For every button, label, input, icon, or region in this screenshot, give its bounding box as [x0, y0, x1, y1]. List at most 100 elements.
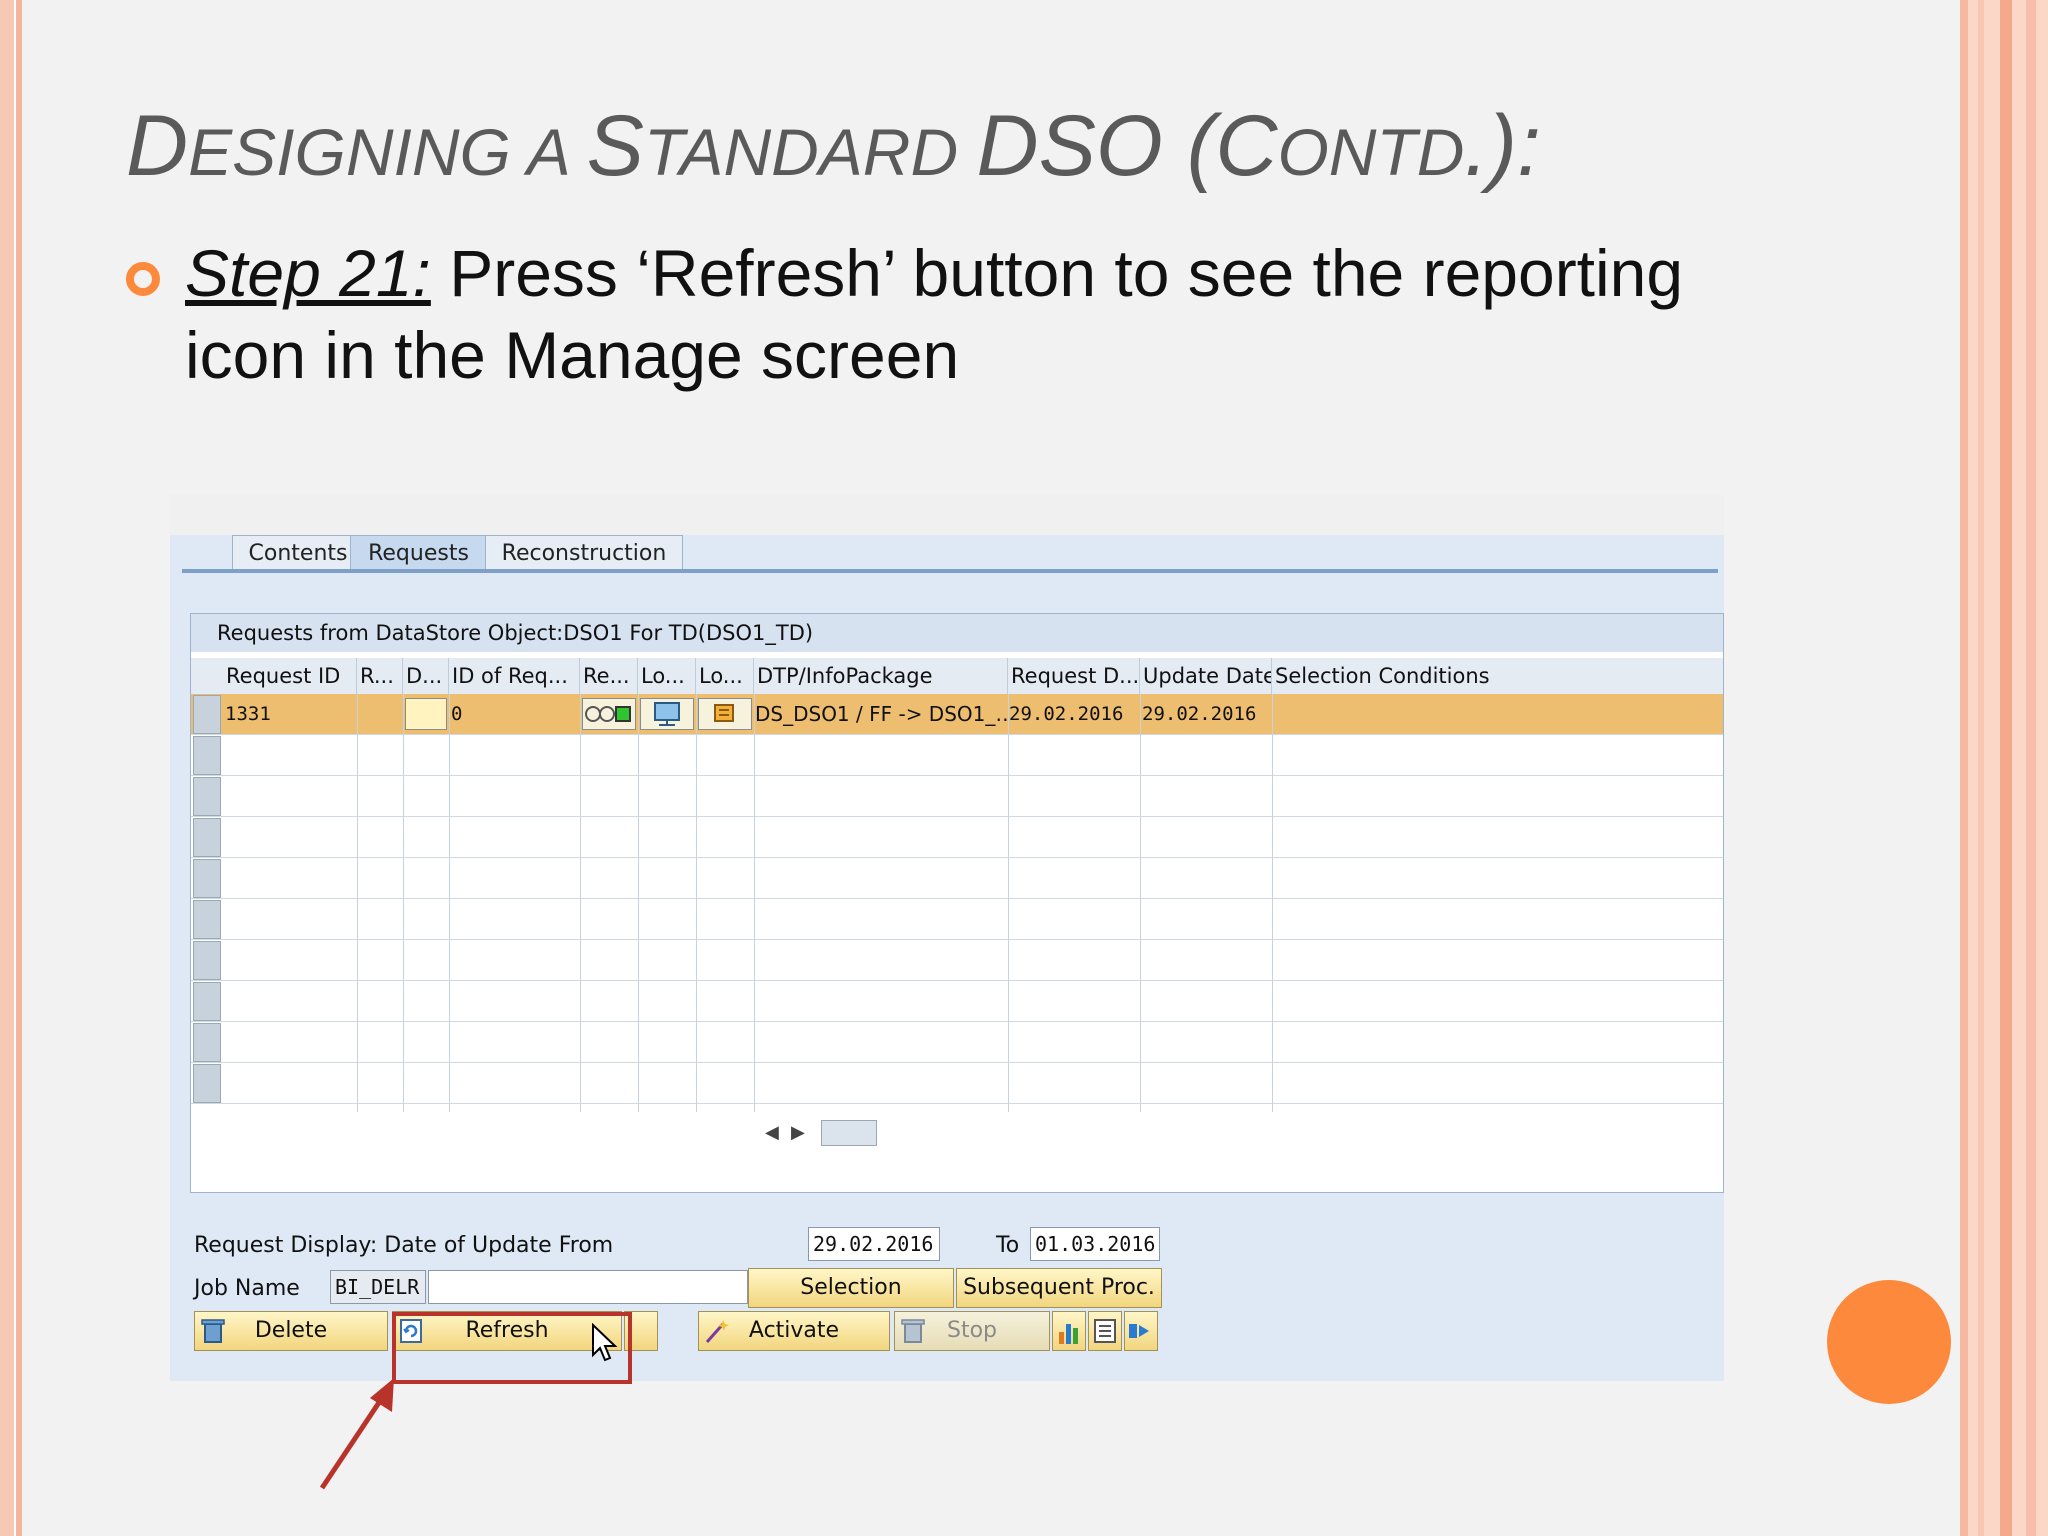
- callout-arrow-icon: [319, 1378, 394, 1490]
- grid-line: [696, 694, 697, 1112]
- title-part: DSO (CONTD: [976, 98, 1465, 194]
- tab-requests[interactable]: Requests: [350, 535, 487, 572]
- col-request-id[interactable]: Request ID: [223, 658, 357, 694]
- grid-line: [449, 694, 450, 1112]
- row-selector[interactable]: [193, 900, 221, 939]
- grid-line: [754, 694, 755, 1112]
- job-name-field[interactable]: [428, 1270, 748, 1304]
- step-label: Step 21:: [185, 236, 431, 310]
- col-selection-conditions[interactable]: Selection Conditions: [1272, 658, 1722, 694]
- sap-manage-screen: Contents Requests Reconstruction Request…: [170, 495, 1724, 1381]
- bullet-icon: [126, 262, 160, 296]
- monitor-icon[interactable]: [640, 698, 694, 730]
- row-selector[interactable]: [193, 736, 221, 775]
- left-border-stripe: [0, 0, 14, 1536]
- col-dtp[interactable]: DTP/InfoPackage: [754, 658, 1008, 694]
- col-re[interactable]: Re...: [580, 658, 638, 694]
- export-icon[interactable]: [1124, 1311, 1158, 1351]
- grid-line: [1140, 694, 1141, 1112]
- col-update-date[interactable]: Update Date: [1140, 658, 1272, 694]
- to-label: To: [996, 1233, 1020, 1258]
- scroll-right-icon[interactable]: ▶: [791, 1122, 805, 1143]
- cell-id-of-req: 0: [451, 703, 463, 725]
- grid-line: [403, 694, 404, 1112]
- title-part: DESIGNING: [126, 98, 527, 194]
- row-selector[interactable]: [193, 695, 221, 734]
- title-part: .):: [1464, 98, 1541, 194]
- magic-wand-icon: [703, 1316, 731, 1346]
- delete-button-label: Delete: [254, 1318, 328, 1343]
- panel-title: Requests from DataStore Object:DSO1 For …: [191, 614, 1723, 652]
- table-row[interactable]: 1331 0 DS_DSO1 / FF -> DSO1_… 29.02.2016…: [191, 694, 1723, 735]
- table-row[interactable]: [191, 776, 1723, 817]
- chart-icon[interactable]: [1052, 1311, 1086, 1351]
- right-border-line: [1978, 0, 1984, 1536]
- table-row[interactable]: [191, 940, 1723, 981]
- cell-request-date: 29.02.2016: [1009, 703, 1124, 725]
- scroll-left-icon[interactable]: ◀: [765, 1122, 779, 1143]
- col-id-of-req[interactable]: ID of Req...: [449, 658, 580, 694]
- trash-icon: [899, 1316, 927, 1346]
- table-header: Request ID R... D... ID of Req... Re... …: [191, 658, 1723, 694]
- delete-button[interactable]: Delete: [194, 1311, 388, 1351]
- stop-button[interactable]: Stop: [894, 1311, 1050, 1351]
- list-icon[interactable]: [1088, 1311, 1122, 1351]
- title-part: A: [526, 115, 587, 189]
- right-border-line: [2026, 0, 2036, 1536]
- tab-underline: [182, 569, 1718, 573]
- date-range-label: Request Display: Date of Update From: [194, 1233, 614, 1258]
- row-selector[interactable]: [193, 982, 221, 1021]
- title-part: STANDARD: [586, 98, 977, 194]
- tab-reconstruction[interactable]: Reconstruction: [485, 535, 683, 572]
- horizontal-scrollbar[interactable]: ◀ ▶: [191, 1114, 1723, 1150]
- slide-title: DESIGNING A STANDARD DSO (CONTD.):: [126, 96, 1926, 202]
- right-border-line: [2000, 0, 2012, 1536]
- decorative-circle: [1827, 1280, 1951, 1404]
- job-name-prefix-field: BI_DELR: [330, 1270, 426, 1304]
- col-lo-1[interactable]: Lo...: [638, 658, 696, 694]
- activate-button-label: Activate: [748, 1318, 840, 1343]
- requests-panel: Requests from DataStore Object:DSO1 For …: [190, 613, 1724, 1193]
- date-to-field[interactable]: 01.03.2016: [1030, 1227, 1160, 1261]
- refresh-highlight-box: [392, 1312, 632, 1384]
- grid-line: [638, 694, 639, 1112]
- cell-dtp: DS_DSO1 / FF -> DSO1_…: [755, 702, 1007, 726]
- row-selector[interactable]: [193, 1064, 221, 1103]
- row-selector[interactable]: [193, 1023, 221, 1062]
- window-top-strip: [170, 495, 1724, 535]
- table-row[interactable]: [191, 899, 1723, 940]
- cell-update-date: 29.02.2016: [1142, 703, 1257, 725]
- row-selector[interactable]: [193, 777, 221, 816]
- table-row[interactable]: [191, 858, 1723, 899]
- selection-button[interactable]: Selection: [748, 1268, 954, 1308]
- col-d[interactable]: D...: [403, 658, 449, 694]
- grid-line: [357, 694, 358, 1112]
- row-selector[interactable]: [193, 859, 221, 898]
- table-row[interactable]: [191, 1063, 1723, 1104]
- row-selector[interactable]: [193, 818, 221, 857]
- table-row[interactable]: [191, 1022, 1723, 1063]
- grid-line: [1272, 694, 1273, 1112]
- right-border-line: [1960, 0, 1968, 1536]
- row-selector[interactable]: [193, 941, 221, 980]
- table-row[interactable]: [191, 735, 1723, 776]
- reporting-icon[interactable]: [698, 698, 752, 730]
- grid-line: [580, 694, 581, 1112]
- scroll-thumb[interactable]: [821, 1120, 877, 1146]
- activate-button[interactable]: Activate: [698, 1311, 890, 1351]
- col-r[interactable]: R...: [357, 658, 403, 694]
- table-row[interactable]: [191, 981, 1723, 1022]
- table-row[interactable]: [191, 817, 1723, 858]
- trash-icon: [199, 1316, 227, 1346]
- stop-button-label: Stop: [946, 1318, 997, 1343]
- grid-line: [1008, 694, 1009, 1112]
- date-from-field[interactable]: 29.02.2016: [808, 1227, 940, 1261]
- job-name-label: Job Name: [194, 1276, 300, 1301]
- tab-contents[interactable]: Contents: [232, 535, 364, 572]
- col-lo-2[interactable]: Lo...: [696, 658, 754, 694]
- subsequent-proc-button[interactable]: Subsequent Proc.: [956, 1268, 1162, 1308]
- traffic-light-icon[interactable]: [582, 698, 636, 730]
- step-instruction: Step 21: Press ‘Refresh’ button to see t…: [185, 232, 1805, 396]
- cell-request-id: 1331: [225, 703, 271, 725]
- col-request-date[interactable]: Request D...: [1008, 658, 1140, 694]
